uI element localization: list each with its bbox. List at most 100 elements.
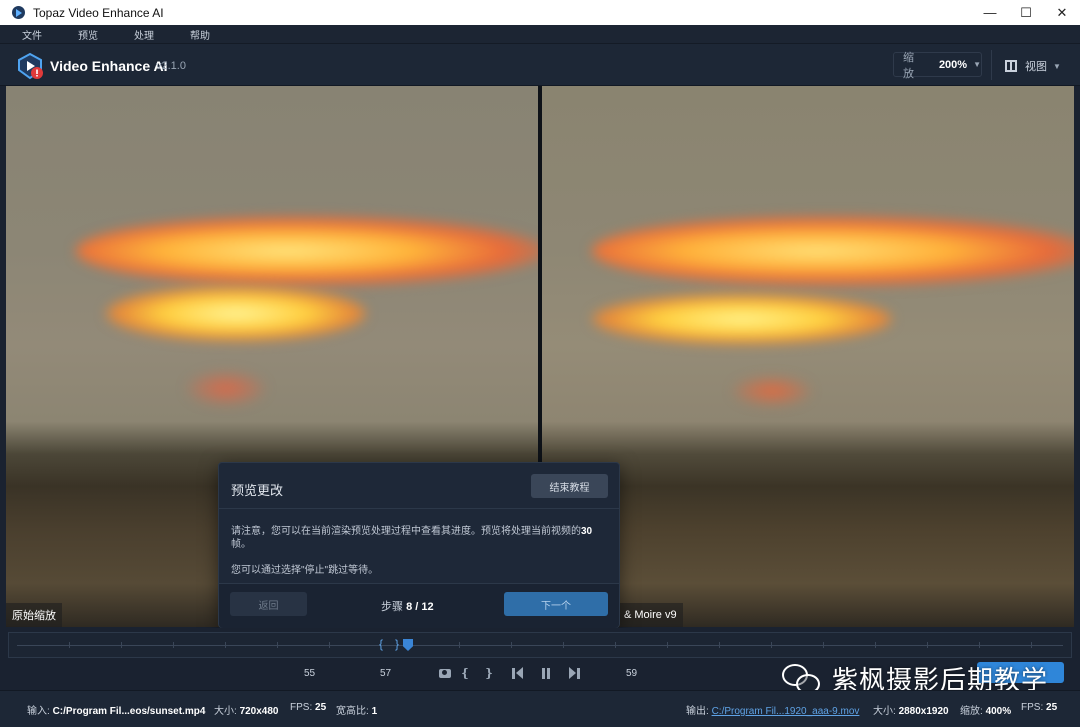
- dialog-body-text: 请注意，您可以在当前渲染预览处理过程中查看其进度。预览将处理当前视频的: [231, 526, 581, 537]
- end-tutorial-button[interactable]: 结束教程: [531, 474, 608, 498]
- timeline-track[interactable]: { }: [8, 632, 1072, 658]
- pause-button[interactable]: [539, 666, 553, 680]
- step-label: 步骤: [381, 601, 403, 613]
- back-button[interactable]: 返回: [230, 592, 307, 616]
- sunset-reflection: [186, 371, 266, 406]
- output-size: 2880x1920: [898, 706, 949, 717]
- timeline-tick: [771, 642, 772, 648]
- zoom-select[interactable]: 缩放 200% ▼: [893, 52, 982, 80]
- dialog-footer: 返回 步骤 8 / 12 下一个: [219, 583, 619, 628]
- frame-end-number: 59: [626, 668, 638, 679]
- maximize-button[interactable]: ☐: [1008, 0, 1044, 25]
- timeline-tick: [277, 642, 278, 648]
- enhanced-video-frame: [542, 86, 1074, 627]
- window-title: Topaz Video Enhance AI: [33, 5, 164, 20]
- step-back-button[interactable]: [510, 666, 524, 680]
- chevron-down-icon: ▼: [1053, 61, 1061, 71]
- timeline-tick: [719, 642, 720, 648]
- timeline-tick: [225, 642, 226, 648]
- sunset-reflection: [732, 376, 812, 406]
- menu-help[interactable]: 帮助: [190, 27, 210, 42]
- frame-current-number: 57: [380, 668, 392, 679]
- next-button[interactable]: 下一个: [504, 592, 608, 616]
- dialog-body-suffix: 帧。: [231, 539, 251, 550]
- menu-preview[interactable]: 预览: [78, 27, 98, 42]
- zoom-label: 缩放: [903, 51, 914, 80]
- view-label: 视图: [1025, 61, 1047, 73]
- dialog-body: 请注意，您可以在当前渲染预览处理过程中查看其进度。预览将处理当前视频的30 帧。: [231, 525, 611, 551]
- enhanced-preview-pane[interactable]: & Moire v9: [542, 86, 1074, 627]
- app-header: Video Enhance AI v2.1.0 缩放 200% ▼ 视图 ▼: [0, 44, 1080, 86]
- view-menu-button[interactable]: 视图 ▼: [1005, 58, 1061, 74]
- step-value: 8 / 12: [406, 601, 434, 613]
- playhead-marker[interactable]: [403, 639, 413, 651]
- scale-value: 400%: [985, 706, 1012, 717]
- aspect-info: 宽高比: 1: [336, 702, 377, 717]
- header-divider: [991, 50, 992, 80]
- output-info: 输出: C:/Program Fil...1920_aaa-9.mov: [686, 702, 859, 717]
- sunset-glow-lower: [592, 294, 892, 344]
- input-path: C:/Program Fil...eos/sunset.mp4: [52, 706, 206, 717]
- dialog-hint: 您可以通过选择"停止"跳过等待。: [231, 565, 379, 576]
- window-controls: — ☐ ✕: [972, 0, 1080, 25]
- step-forward-button[interactable]: [568, 666, 582, 680]
- menu-bar: 文件 预览 处理 帮助: [0, 25, 1080, 44]
- scale-info: 缩放: 400%: [960, 702, 1011, 717]
- output-label: 输出:: [686, 706, 709, 717]
- output-path-link[interactable]: C:/Program Fil...1920_aaa-9.mov: [712, 706, 860, 717]
- timeline-tick: [1031, 642, 1032, 648]
- output-size-info: 大小: 2880x1920: [873, 702, 949, 717]
- menu-file[interactable]: 文件: [22, 27, 42, 42]
- timeline-tick: [69, 642, 70, 648]
- input-info: 输入: C:/Program Fil...eos/sunset.mp4: [27, 702, 205, 717]
- aspect-value: 1: [371, 706, 378, 717]
- camera-icon[interactable]: [438, 666, 452, 680]
- set-out-point-button[interactable]: ❵: [482, 666, 496, 680]
- topaz-logo-icon: [18, 52, 43, 80]
- timeline-tick: [823, 642, 824, 648]
- chevron-down-icon: ▼: [973, 60, 981, 69]
- dialog-divider: [219, 508, 619, 509]
- timeline-tick: [329, 642, 330, 648]
- input-size-label: 大小:: [214, 706, 237, 717]
- timeline-tick: [979, 642, 980, 648]
- timeline-tick: [615, 642, 616, 648]
- output-fps-label: FPS:: [1021, 702, 1044, 713]
- status-bar: 输入: C:/Program Fil...eos/sunset.mp4 大小: …: [0, 690, 1080, 727]
- range-end-handle[interactable]: }: [395, 637, 399, 651]
- menu-process[interactable]: 处理: [134, 27, 154, 42]
- timeline-tick: [563, 642, 564, 648]
- step-indicator: 步骤 8 / 12: [381, 598, 434, 614]
- timeline-tick: [667, 642, 668, 648]
- app-version: v2.1.0: [156, 60, 186, 72]
- sunset-glow: [592, 216, 1074, 286]
- input-size-info: 大小: 720x480: [214, 702, 279, 717]
- input-fps-label: FPS:: [290, 702, 313, 713]
- close-button[interactable]: ✕: [1044, 0, 1080, 25]
- dialog-frame-count: 30: [581, 526, 593, 537]
- output-fps: 25: [1046, 702, 1058, 713]
- input-fps: 25: [315, 702, 327, 713]
- range-start-handle[interactable]: {: [379, 637, 383, 651]
- sunset-glow-lower: [106, 286, 366, 341]
- enhanced-pane-label: & Moire v9: [618, 603, 683, 627]
- input-fps-info: FPS: 25: [290, 702, 326, 713]
- output-fps-info: FPS: 25: [1021, 702, 1057, 713]
- timeline-tick: [927, 642, 928, 648]
- app-logo-icon: [12, 6, 25, 19]
- output-size-label: 大小:: [873, 706, 896, 717]
- timeline-tick: [459, 642, 460, 648]
- scale-label: 缩放:: [960, 706, 983, 717]
- timeline-tick: [875, 642, 876, 648]
- tutorial-dialog: 预览更改 结束教程 请注意，您可以在当前渲染预览处理过程中查看其进度。预览将处理…: [218, 462, 620, 628]
- input-label: 输入:: [27, 706, 50, 717]
- dialog-title: 预览更改: [231, 483, 284, 498]
- split-view-icon: [1005, 60, 1017, 72]
- timeline-tick: [173, 642, 174, 648]
- set-in-point-button[interactable]: ❴: [458, 666, 472, 680]
- timeline-tick: [121, 642, 122, 648]
- minimize-button[interactable]: —: [972, 0, 1008, 25]
- original-pane-label: 原始缩放: [6, 603, 62, 627]
- app-name: Video Enhance AI: [50, 58, 168, 74]
- zoom-value: 200%: [938, 58, 968, 71]
